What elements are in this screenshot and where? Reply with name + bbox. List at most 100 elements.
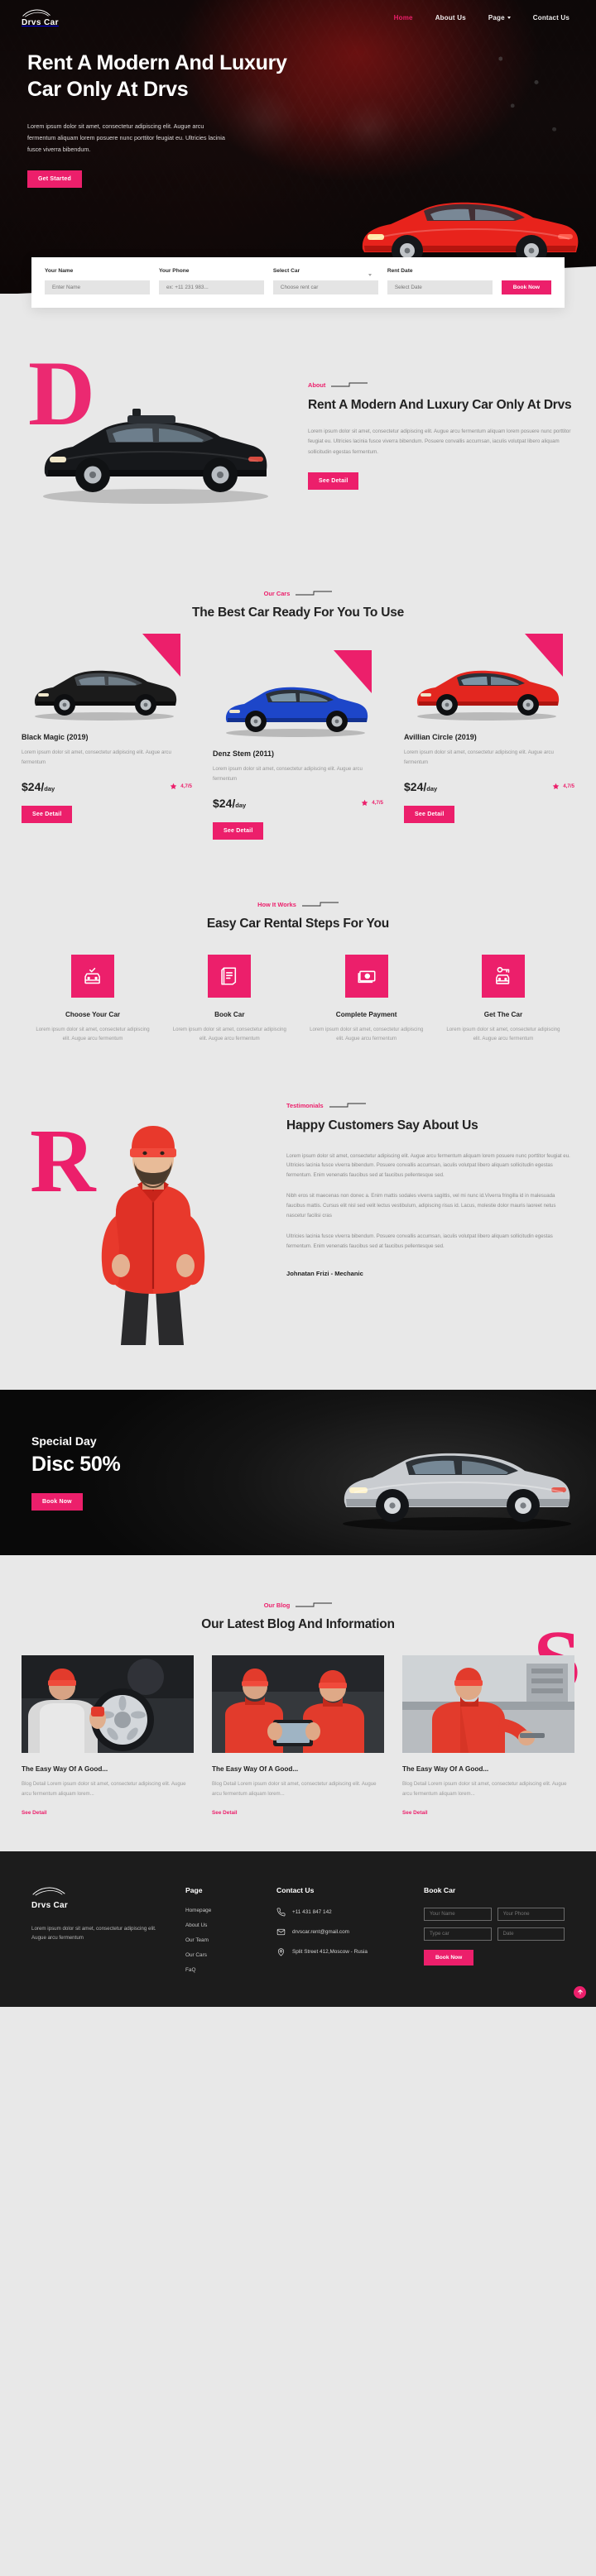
footer-book-now-button[interactable]: Book Now [424, 1949, 474, 1966]
booking-field-car: Select Car [272, 268, 378, 294]
footer-link-our-cars[interactable]: Our Cars [185, 1952, 262, 1958]
car-image-black-magic [34, 670, 177, 721]
car-card[interactable]: Avillian Circle (2019) Lorem ipsum dolor… [404, 634, 574, 840]
footer-wrapper: Drvs Car Lorem ipsum dolor sit amet, con… [0, 1851, 596, 2007]
testimonials-section: R Testimonials Happy Customers Say About… [0, 1052, 596, 1390]
chevron-down-icon [507, 17, 511, 19]
car-see-detail-button[interactable]: See Detail [22, 805, 73, 823]
rent-date-input[interactable] [387, 280, 493, 294]
get-started-button[interactable]: Get Started [27, 170, 82, 189]
blog-image-mechanic-at-workbench [402, 1654, 574, 1753]
special-text: Special Day Disc 50% Book Now [0, 1434, 121, 1511]
blog-see-detail-link[interactable]: See Detail [22, 1810, 47, 1816]
booking-label-phone: Your Phone [158, 268, 190, 274]
your-name-input[interactable] [45, 280, 150, 294]
phone-icon [276, 1908, 286, 1917]
car-card-rating-value: 4,7/5 [180, 783, 192, 790]
car-card[interactable]: Denz Stem (2011) Lorem ipsum dolor sit a… [213, 650, 383, 840]
how-section-head: How It Works Easy Car Rental Steps For Y… [0, 893, 596, 931]
footer-your-phone-input[interactable] [497, 1907, 565, 1921]
nav-item-about-us[interactable]: About Us [435, 14, 466, 22]
cars-section: Our Cars The Best Car Ready For You To U… [0, 557, 596, 850]
testimonial-paragraph-3: Ultricies lacinia fusce viverra bibendum… [286, 1233, 553, 1249]
footer-page-column: Page Homepage About Us Our Team Our Cars… [185, 1886, 262, 1982]
footer-contact-email[interactable]: drvscar.rent@gmail.com [276, 1927, 409, 1937]
how-step-desc: Lorem ipsum dolor sit amet, consectetur … [36, 1026, 150, 1042]
car-card-name: Avillian Circle (2019) [404, 733, 477, 741]
blog-card-title: The Easy Way Of A Good... [402, 1764, 489, 1773]
eyebrow-line-decor [331, 382, 368, 387]
blog-card-desc: Blog Detail Lorem ipsum dolor sit amet, … [22, 1780, 186, 1797]
star-icon [552, 783, 560, 790]
footer-contact-column: Contact Us +11 431 847 142 drvscar.rent@… [276, 1886, 409, 1982]
car-card-rating-value: 4,7/5 [563, 783, 574, 790]
how-step: Choose Your Car Lorem ipsum dolor sit am… [31, 954, 154, 1044]
car-image-avillian-circle [416, 670, 560, 721]
special-book-now-button[interactable]: Book Now [31, 1492, 83, 1511]
blog-see-detail-link[interactable]: See Detail [212, 1810, 238, 1816]
car-card-name: Black Magic (2019) [22, 733, 89, 741]
footer-email-text: drvscar.rent@gmail.com [292, 1928, 349, 1935]
footer-your-name-input[interactable] [424, 1907, 492, 1921]
blog-image-two-mechanics-tablet [212, 1654, 384, 1753]
booking-field-name: Your Name [45, 268, 150, 294]
map-pin-icon [277, 1947, 285, 1956]
car-card-image-wrap [404, 634, 574, 721]
hero-text-block: Rent A Modern And Luxury Car Only At Drv… [0, 27, 298, 156]
star-icon [361, 800, 368, 807]
blog-card[interactable]: The Easy Way Of A Good... Blog Detail Lo… [22, 1654, 194, 1818]
how-it-works-section: How It Works Easy Car Rental Steps For Y… [0, 850, 596, 1052]
how-step-icon-box [208, 954, 252, 998]
nav-item-contact-us[interactable]: Contact Us [533, 14, 570, 22]
car-card-desc: Lorem ipsum dolor sit amet, consectetur … [22, 749, 171, 765]
car-card-price: $24/day [404, 780, 437, 793]
cars-section-title: The Best Car Ready For You To Use [191, 606, 405, 620]
your-phone-input[interactable] [158, 280, 264, 294]
car-image-denz-stem [225, 687, 368, 737]
testimonial-paragraph-1: Lorem ipsum dolor sit amet, consectetur … [286, 1152, 570, 1179]
footer-link-our-team[interactable]: Our Team [185, 1937, 262, 1943]
footer-contact-address[interactable]: Split Street 412,Moscow - Rusia [276, 1947, 409, 1956]
about-title: Rent A Modern And Luxury Car Only At Drv… [308, 398, 572, 413]
about-see-detail-button[interactable]: See Detail [308, 472, 359, 490]
footer-type-car-input[interactable] [424, 1927, 492, 1941]
top-navigation-bar: Drvs Car Home About Us Page Contact Us [0, 0, 596, 27]
how-step-name: Choose Your Car [65, 1010, 121, 1018]
car-see-detail-button[interactable]: See Detail [213, 821, 264, 840]
car-card-price: $24/day [213, 797, 246, 810]
about-section: D About Rent A Modern And Luxury Car Onl… [0, 308, 596, 557]
how-step-desc: Lorem ipsum dolor sit amet, consectetur … [172, 1026, 286, 1042]
footer-contact-phone[interactable]: +11 431 847 142 [276, 1908, 409, 1917]
nav-item-page[interactable]: Page [488, 14, 511, 22]
select-car-input[interactable] [272, 280, 378, 294]
booking-book-now-button[interactable]: Book Now [501, 280, 551, 294]
testimonials-eyebrow: Testimonials [286, 1101, 324, 1109]
car-card[interactable]: Black Magic (2019) Lorem ipsum dolor sit… [22, 634, 192, 840]
how-step-name: Book Car [214, 1010, 245, 1018]
car-see-detail-button[interactable]: See Detail [404, 805, 455, 823]
brand-logo-link[interactable]: Drvs Car [22, 8, 59, 27]
car-card-price-value: $24/ [213, 796, 236, 810]
booking-label-name: Your Name [45, 268, 74, 274]
how-eyebrow: How It Works [257, 900, 296, 908]
blog-see-detail-link[interactable]: See Detail [402, 1810, 428, 1816]
footer-link-homepage[interactable]: Homepage [185, 1908, 262, 1913]
scroll-to-top-button[interactable] [574, 1985, 586, 1999]
special-big-title: Disc 50% [31, 1452, 121, 1476]
blog-card-image [402, 1654, 574, 1753]
blog-card-image [22, 1654, 194, 1753]
footer-link-faq[interactable]: FaQ [185, 1967, 262, 1973]
blog-card[interactable]: The Easy Way Of A Good... Blog Detail Lo… [212, 1654, 384, 1818]
how-step-desc: Lorem ipsum dolor sit amet, consectetur … [310, 1026, 424, 1042]
footer-date-input[interactable] [497, 1927, 565, 1941]
booking-field-date: Rent Date [387, 268, 493, 294]
receipt-icon [221, 967, 237, 985]
blog-card[interactable]: The Easy Way Of A Good... Blog Detail Lo… [402, 1654, 574, 1818]
footer-phone-text: +11 431 847 142 [292, 1908, 332, 1915]
footer-link-about-us[interactable]: About Us [185, 1922, 262, 1928]
car-card-image-wrap [213, 650, 383, 738]
car-card-price-unit: day [235, 801, 247, 809]
nav-item-home[interactable]: Home [394, 14, 413, 22]
car-card-price-value: $24/ [404, 779, 427, 793]
special-small-title: Special Day [31, 1434, 97, 1448]
